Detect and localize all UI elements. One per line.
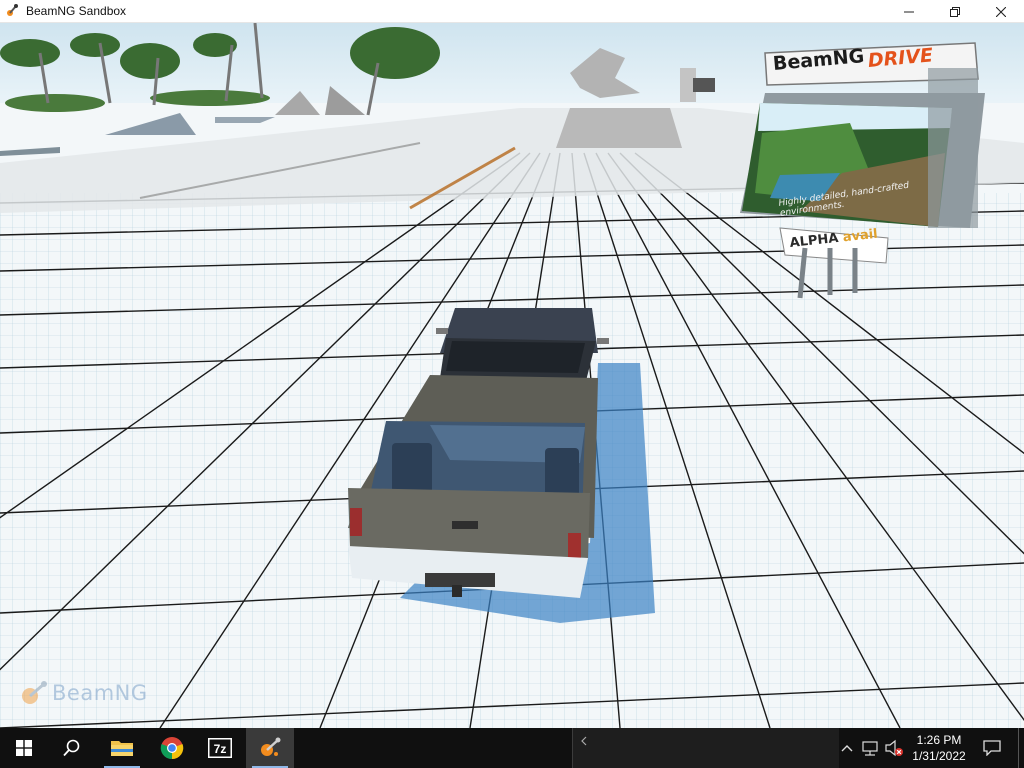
- search-icon: [63, 739, 80, 757]
- restore-icon: [950, 6, 960, 17]
- minimize-icon: [904, 11, 914, 12]
- volume-button[interactable]: [884, 738, 904, 758]
- file-explorer-button[interactable]: [98, 728, 146, 768]
- game-viewport[interactable]: BeamNG DRIVE Highly detailed, hand-craft…: [0, 23, 1024, 728]
- show-hidden-icons-button[interactable]: [838, 728, 856, 768]
- beamng-icon: [261, 737, 281, 756]
- clock-date: 1/31/2022: [912, 749, 966, 763]
- notification-icon: [983, 740, 1001, 756]
- 7zip-button[interactable]: 7z: [196, 728, 244, 768]
- beamng-watermark: BeamNG: [18, 676, 148, 710]
- show-desktop-button[interactable]: [1018, 728, 1024, 768]
- close-icon: [996, 6, 1006, 17]
- chevron-up-icon: [841, 745, 853, 752]
- taskbar: 7z 1:26 PM 1/31/2022: [0, 728, 1024, 768]
- chevron-left-icon: [581, 736, 587, 746]
- ramp-platform: [556, 108, 682, 148]
- game-scene: [0, 23, 1024, 728]
- watermark-text: BeamNG: [52, 681, 148, 705]
- action-center-button[interactable]: [974, 728, 1010, 768]
- window-titlebar[interactable]: BeamNG Sandbox: [0, 0, 1024, 23]
- chrome-icon: [160, 737, 184, 760]
- 7zip-icon: 7z: [208, 738, 232, 758]
- maximize-button[interactable]: [932, 0, 978, 23]
- beamng-taskbar-button[interactable]: [246, 728, 294, 768]
- network-button[interactable]: [860, 738, 880, 758]
- distant-block: [693, 78, 715, 92]
- close-button[interactable]: [978, 0, 1024, 23]
- network-icon: [862, 741, 878, 756]
- taskbar-toolbar-area[interactable]: [572, 728, 839, 768]
- clock[interactable]: 1:26 PM 1/31/2022: [906, 728, 972, 768]
- beamng-logo-icon: [22, 681, 47, 704]
- folder-icon: [111, 741, 133, 756]
- 7zip-label: 7z: [214, 742, 227, 756]
- chrome-button[interactable]: [148, 728, 196, 768]
- minimize-button[interactable]: [886, 0, 932, 23]
- volume-muted-icon: [885, 739, 903, 757]
- windows-logo-icon: [16, 740, 32, 756]
- window-title: BeamNG Sandbox: [26, 4, 127, 18]
- clock-time: 1:26 PM: [916, 733, 962, 747]
- beamng-app-icon: [7, 4, 18, 16]
- start-button[interactable]: [0, 728, 48, 768]
- search-button[interactable]: [48, 728, 96, 768]
